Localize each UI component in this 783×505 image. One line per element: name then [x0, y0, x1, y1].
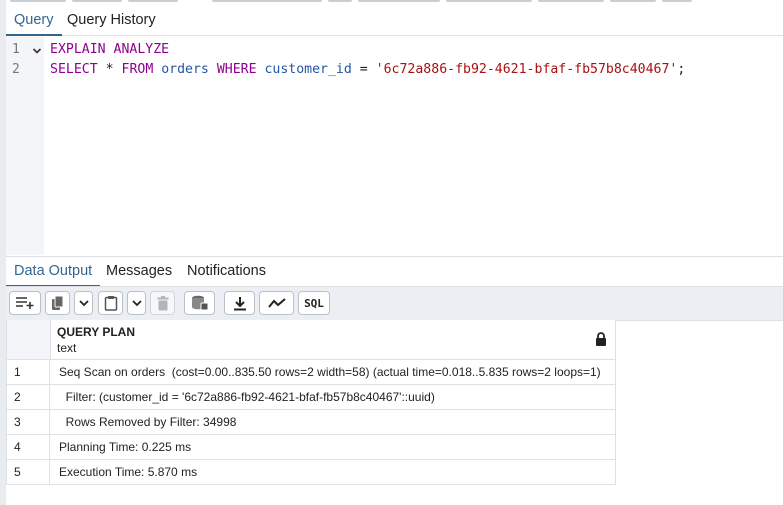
graph-visualiser-button[interactable]: [259, 291, 294, 315]
sql-identifier: orders: [161, 62, 209, 77]
sql-keyword: SELECT: [50, 62, 98, 77]
query-plan-cell[interactable]: Seq Scan on orders (cost=0.00..835.50 ro…: [59, 360, 609, 384]
fold-chevron-icon[interactable]: [32, 43, 42, 54]
editor-tab-bar: Query Query History: [6, 5, 783, 36]
copy-button[interactable]: [45, 291, 70, 315]
row-number[interactable]: 2: [6, 385, 50, 409]
download-button[interactable]: [224, 291, 255, 315]
graph-icon: [267, 297, 286, 309]
paste-button[interactable]: [98, 291, 123, 315]
table-row[interactable]: 1 Seq Scan on orders (cost=0.00..835.50 …: [6, 360, 615, 385]
query-plan-cell[interactable]: Planning Time: 0.225 ms: [59, 435, 609, 459]
line-number: 1: [12, 42, 20, 57]
chevron-down-icon: [131, 299, 142, 307]
add-row-button[interactable]: [9, 291, 41, 315]
table-row[interactable]: 3 Rows Removed by Filter: 34998: [6, 410, 615, 435]
copy-icon: [51, 295, 65, 311]
save-data-button[interactable]: [184, 291, 215, 315]
copy-options-dropdown[interactable]: [74, 291, 93, 315]
sql-keyword: ANALYZE: [113, 42, 170, 57]
query-plan-cell[interactable]: Execution Time: 5.870 ms: [59, 460, 609, 484]
sql-operator: *: [105, 62, 114, 77]
sql-operator: =: [359, 62, 368, 77]
table-row[interactable]: 2 Filter: (customer_id = '6c72a886-fb92-…: [6, 385, 615, 410]
tab-query-history[interactable]: Query History: [59, 5, 164, 35]
paste-options-dropdown[interactable]: [127, 291, 146, 315]
add-row-icon: [15, 296, 35, 310]
download-icon: [233, 296, 247, 311]
data-output-toolbar: SQL: [6, 286, 783, 321]
output-tab-bar: Data Output Messages Notifications: [6, 256, 783, 287]
table-row[interactable]: 5 Execution Time: 5.870 ms: [6, 460, 615, 485]
column-type: text: [57, 341, 77, 355]
query-plan-cell[interactable]: Filter: (customer_id = '6c72a886-fb92-46…: [59, 385, 609, 409]
row-number[interactable]: 5: [6, 460, 50, 484]
code-line-1: EXPLAIN ANALYZE: [50, 42, 169, 57]
save-data-icon: [191, 295, 209, 311]
editor-gutter: 1 2: [6, 36, 44, 255]
grid-header: QUERY PLAN text: [6, 320, 615, 360]
paste-icon: [104, 295, 118, 311]
column-header-query-plan[interactable]: QUERY PLAN: [57, 325, 135, 339]
sql-string-literal: '6c72a886-fb92-4621-bfaf-fb57b8c40467': [375, 62, 678, 77]
sql-button[interactable]: SQL: [298, 291, 330, 315]
sql-editor[interactable]: 1 2 EXPLAIN ANALYZE SELECT * FROM orders…: [6, 36, 783, 255]
tab-messages[interactable]: Messages: [98, 257, 180, 287]
tab-data-output[interactable]: Data Output: [6, 257, 101, 287]
row-number[interactable]: 3: [6, 410, 50, 434]
table-row[interactable]: 4 Planning Time: 0.225 ms: [6, 435, 615, 460]
chevron-down-icon: [78, 299, 89, 307]
sql-keyword: FROM: [121, 62, 154, 77]
tab-query[interactable]: Query: [6, 5, 62, 36]
sql-semicolon: ;: [677, 62, 686, 77]
line-number: 2: [12, 62, 20, 77]
delete-icon: [157, 295, 169, 311]
sql-keyword: WHERE: [216, 62, 257, 77]
query-plan-cell[interactable]: Rows Removed by Filter: 34998: [59, 410, 609, 434]
row-number[interactable]: 1: [6, 360, 50, 384]
code-line-2: SELECT * FROM orders WHERE customer_id =…: [50, 62, 685, 77]
row-number[interactable]: 4: [6, 435, 50, 459]
tab-notifications[interactable]: Notifications: [179, 257, 274, 287]
sql-keyword: EXPLAIN: [50, 42, 106, 57]
sql-icon: SQL: [304, 296, 324, 310]
sql-identifier: customer_id: [264, 62, 352, 77]
delete-row-button[interactable]: [150, 291, 175, 315]
row-number-header[interactable]: [6, 320, 51, 359]
lock-icon: [595, 332, 607, 346]
